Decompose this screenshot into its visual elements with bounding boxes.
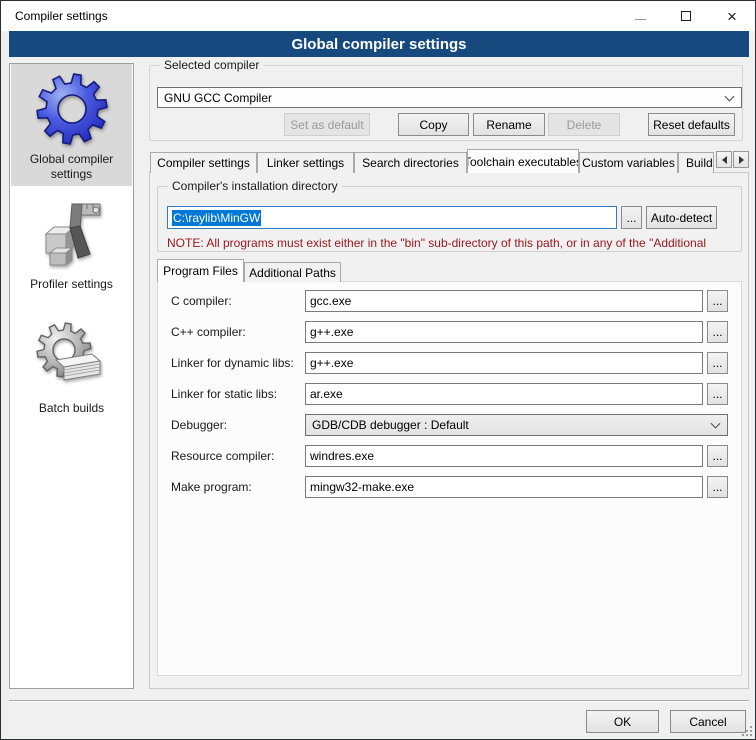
make-program-label: Make program: xyxy=(171,476,252,498)
sidebar-item-label: Batch builds xyxy=(11,401,132,416)
cpp-compiler-label: C++ compiler: xyxy=(171,321,246,343)
tab-linker-settings[interactable]: Linker settings xyxy=(257,152,354,173)
sidebar-item-global-compiler-settings[interactable]: Global compiler settings xyxy=(11,64,132,186)
c-compiler-input[interactable]: gcc.exe xyxy=(305,290,703,312)
maximize-icon xyxy=(681,11,691,21)
copy-button[interactable]: Copy xyxy=(398,113,469,136)
compiler-select-value: GNU GCC Compiler xyxy=(164,91,272,105)
resource-compiler-label: Resource compiler: xyxy=(171,445,274,467)
footer-divider xyxy=(9,700,749,702)
programs-tabstrip: Program Files Additional Paths xyxy=(157,259,557,282)
titlebar[interactable]: Compiler settings × xyxy=(1,1,755,31)
cpp-compiler-input[interactable]: g++.exe xyxy=(305,321,703,343)
reset-defaults-button[interactable]: Reset defaults xyxy=(648,113,735,136)
linker-dynamic-value: g++.exe xyxy=(310,356,353,370)
set-as-default-button[interactable]: Set as default xyxy=(284,113,370,136)
debugger-label: Debugger: xyxy=(171,414,227,436)
compiler-select[interactable]: GNU GCC Compiler xyxy=(157,87,742,108)
c-compiler-value: gcc.exe xyxy=(310,294,351,308)
installation-directory-value: C:\raylib\MinGW xyxy=(172,210,261,226)
resize-grip-icon[interactable] xyxy=(742,726,752,736)
delete-button[interactable]: Delete xyxy=(548,113,620,136)
c-compiler-label: C compiler: xyxy=(171,290,232,312)
resource-compiler-value: windres.exe xyxy=(310,449,374,463)
minimize-button[interactable] xyxy=(617,1,663,31)
close-button[interactable]: × xyxy=(709,1,755,31)
selected-compiler-group-label: Selected compiler xyxy=(160,58,263,72)
sidebar-item-label: Profiler settings xyxy=(11,277,132,292)
tab-program-files[interactable]: Program Files xyxy=(157,259,244,282)
minimize-icon xyxy=(635,19,646,20)
compiler-settings-dialog: Compiler settings × Global compiler sett… xyxy=(0,0,756,740)
linker-dynamic-input[interactable]: g++.exe xyxy=(305,352,703,374)
browse-directory-button[interactable]: ... xyxy=(621,206,642,229)
tab-additional-paths[interactable]: Additional Paths xyxy=(244,262,341,282)
make-program-input[interactable]: mingw32-make.exe xyxy=(305,476,703,498)
linker-static-label: Linker for static libs: xyxy=(171,383,277,405)
sidebar-item-label: Global compiler settings xyxy=(11,152,132,182)
rename-button[interactable]: Rename xyxy=(473,113,545,136)
tab-custom-variables[interactable]: Custom variables xyxy=(579,152,678,173)
c-compiler-browse-button[interactable]: ... xyxy=(707,290,728,312)
tab-search-directories[interactable]: Search directories xyxy=(354,152,467,173)
close-icon: × xyxy=(727,8,737,25)
page-title: Global compiler settings xyxy=(9,31,749,57)
linker-dynamic-browse-button[interactable]: ... xyxy=(707,352,728,374)
settings-tabstrip: Compiler settings Linker settings Search… xyxy=(150,149,750,173)
chevron-down-icon xyxy=(725,91,735,101)
gray-gear-stack-icon xyxy=(34,320,110,396)
chevron-down-icon xyxy=(711,419,721,429)
caliper-icon xyxy=(34,196,110,272)
linker-static-input[interactable]: ar.exe xyxy=(305,383,703,405)
tab-compiler-settings[interactable]: Compiler settings xyxy=(150,152,257,173)
auto-detect-button[interactable]: Auto-detect xyxy=(646,206,717,229)
bin-subdirectory-note: NOTE: All programs must exist either in … xyxy=(167,236,733,250)
cpp-compiler-value: g++.exe xyxy=(310,325,353,339)
linker-static-browse-button[interactable]: ... xyxy=(707,383,728,405)
installation-directory-group-label: Compiler's installation directory xyxy=(168,179,342,193)
linker-static-value: ar.exe xyxy=(310,387,343,401)
sidebar-item-profiler-settings[interactable]: Profiler settings xyxy=(11,192,132,296)
tab-toolchain-executables[interactable]: Toolchain executables xyxy=(467,149,579,173)
sidebar-item-batch-builds[interactable]: Batch builds xyxy=(11,316,132,416)
window-title: Compiler settings xyxy=(15,9,108,23)
ok-button[interactable]: OK xyxy=(586,710,659,733)
tab-build-options[interactable]: Build xyxy=(678,152,714,173)
make-program-browse-button[interactable]: ... xyxy=(707,476,728,498)
blue-gear-icon xyxy=(34,71,110,147)
make-program-value: mingw32-make.exe xyxy=(310,480,414,494)
resource-compiler-input[interactable]: windres.exe xyxy=(305,445,703,467)
installation-directory-input[interactable]: C:\raylib\MinGW xyxy=(167,206,617,229)
resource-compiler-browse-button[interactable]: ... xyxy=(707,445,728,467)
debugger-select[interactable]: GDB/CDB debugger : Default xyxy=(305,414,728,436)
cancel-button[interactable]: Cancel xyxy=(670,710,746,733)
debugger-value: GDB/CDB debugger : Default xyxy=(312,418,469,432)
settings-sidebar: Global compiler settings Profiler settin… xyxy=(9,63,134,689)
cpp-compiler-browse-button[interactable]: ... xyxy=(707,321,728,343)
maximize-button[interactable] xyxy=(663,1,709,31)
linker-dynamic-label: Linker for dynamic libs: xyxy=(171,352,294,374)
